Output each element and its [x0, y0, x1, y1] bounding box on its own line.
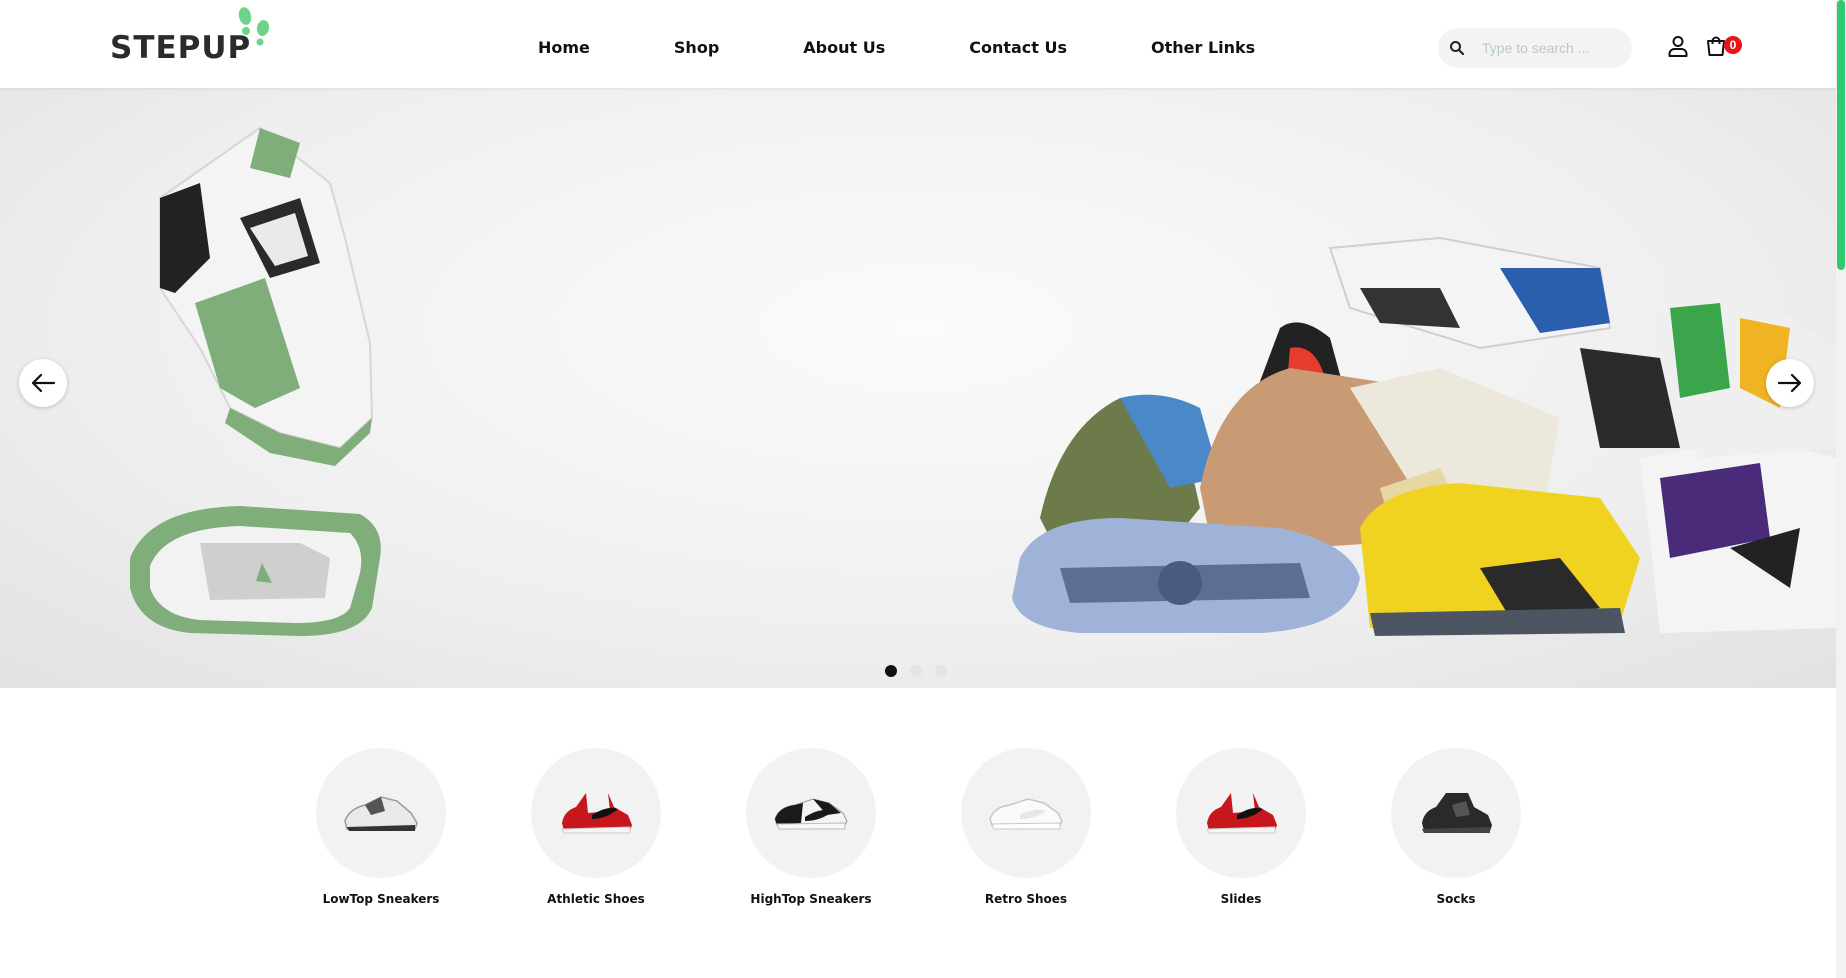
carousel-prev-button[interactable] — [19, 359, 67, 407]
nav-other-links[interactable]: Other Links — [1151, 38, 1255, 57]
carousel-dot-1[interactable] — [885, 665, 897, 677]
search-input[interactable] — [1482, 38, 1622, 58]
category-slides[interactable]: Slides — [1141, 748, 1341, 906]
sneaker-grey-image — [344, 796, 418, 831]
search-box — [1438, 28, 1632, 68]
category-label: Retro Shoes — [984, 892, 1068, 906]
hero-carousel — [0, 88, 1836, 688]
category-thumbnail — [1176, 748, 1306, 878]
arrow-right-icon — [1777, 373, 1802, 393]
hero-sneakers-image — [130, 126, 1836, 636]
scrollbar-thumb[interactable] — [1837, 0, 1845, 270]
sneaker-floating — [159, 126, 374, 466]
category-thumbnail — [1391, 748, 1521, 878]
sneaker-panda-image — [774, 798, 848, 830]
arrow-left-icon — [31, 373, 56, 393]
category-thumbnail — [746, 748, 876, 878]
category-socks[interactable]: Socks — [1356, 748, 1556, 906]
user-icon[interactable] — [1666, 34, 1690, 58]
category-lowtop-sneakers[interactable]: LowTop Sneakers — [281, 748, 481, 906]
sneaker-black-image — [1422, 793, 1492, 833]
nav-home[interactable]: Home — [538, 38, 590, 57]
carousel-next-button[interactable] — [1766, 359, 1814, 407]
category-thumbnail — [316, 748, 446, 878]
sneaker-red-image — [1206, 793, 1277, 834]
main-nav: Home Shop About Us Contact Us Other Link… — [538, 38, 1255, 57]
brand-name: STEPUP — [110, 30, 252, 66]
carousel-dot-3[interactable] — [935, 665, 947, 677]
category-list: LowTop Sneakers Athletic Shoes HighTop S… — [0, 748, 1836, 918]
site-header: STEPUP Home Shop About Us Contact Us Oth… — [0, 0, 1836, 88]
nav-shop[interactable]: Shop — [674, 38, 719, 57]
nav-contact-us[interactable]: Contact Us — [969, 38, 1067, 57]
category-label: Slides — [1220, 892, 1262, 906]
category-hightop-sneakers[interactable]: HighTop Sneakers — [711, 748, 911, 906]
category-thumbnail — [531, 748, 661, 878]
sneaker-red-image — [561, 793, 632, 834]
brand-logo[interactable]: STEPUP — [110, 4, 280, 68]
sneaker-pile — [1012, 236, 1836, 636]
sneaker-sole — [130, 506, 381, 636]
footprints-icon — [238, 7, 270, 46]
carousel-pagination — [885, 665, 960, 677]
cart-count-badge: 0 — [1724, 36, 1742, 54]
category-label: Athletic Shoes — [547, 892, 645, 906]
page-scrollbar[interactable] — [1836, 0, 1846, 978]
category-label: LowTop Sneakers — [322, 892, 440, 906]
category-label: HighTop Sneakers — [750, 892, 872, 906]
search-icon[interactable] — [1448, 39, 1466, 57]
carousel-dot-2[interactable] — [910, 665, 922, 677]
sneaker-white-image — [989, 798, 1063, 830]
category-athletic-shoes[interactable]: Athletic Shoes — [496, 748, 696, 906]
category-thumbnail — [961, 748, 1091, 878]
nav-about-us[interactable]: About Us — [803, 38, 885, 57]
category-label: Socks — [1436, 892, 1476, 906]
category-retro-shoes[interactable]: Retro Shoes — [926, 748, 1126, 906]
